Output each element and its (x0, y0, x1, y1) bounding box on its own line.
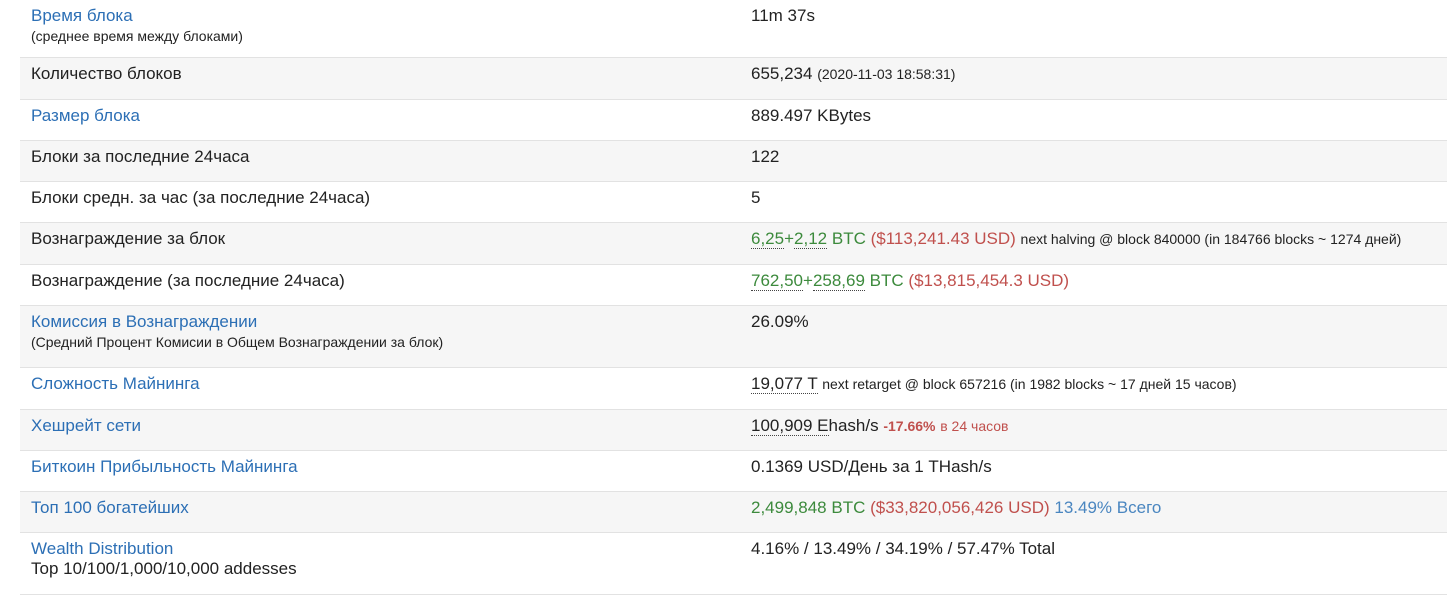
blocks-per-hour-value: 5 (751, 188, 761, 207)
stats-table: Время блока (среднее время между блоками… (20, 0, 1447, 595)
wealth-distribution-value: 4.16% / 13.49% / 34.19% / 57.47% Total (751, 539, 1056, 558)
blocks-per-hour-label: Блоки средн. за час (за последние 24часа… (31, 188, 371, 207)
wealth-distribution-link[interactable]: Wealth Distribution (31, 539, 173, 558)
block-time-value: 11m 37s (751, 6, 815, 25)
block-count-timestamp: (2020-11-03 18:58:31) (817, 66, 956, 82)
table-row-profitability: Биткоин Прибыльность Майнинга 0.1369 USD… (20, 451, 1447, 492)
block-reward-base[interactable]: 6,25 (751, 229, 785, 249)
block-reward-fees[interactable]: 2,12 (794, 229, 828, 249)
top-100-share: 13.49% Всего (1054, 498, 1162, 517)
hashrate-change-period: в 24 часов (940, 418, 1009, 434)
top-100-link[interactable]: Топ 100 богатейших (31, 498, 189, 517)
table-row-block-count: Количество блоков 655,234 (2020-11-03 18… (20, 58, 1447, 100)
hashrate-unit: hash/s (828, 416, 879, 435)
reward-24h-label: Вознаграждение (за последние 24часа) (31, 271, 345, 290)
table-row-wealth-distribution: Wealth Distribution Top 10/100/1,000/10,… (20, 533, 1447, 595)
wealth-distribution-subtitle: Top 10/100/1,000/10,000 addesses (31, 559, 297, 578)
table-row-block-time: Время блока (среднее время между блоками… (20, 0, 1447, 58)
table-row-block-reward: Вознаграждение за блок 6,25+2,12 BTC ($1… (20, 223, 1447, 265)
hashrate-value[interactable]: 100,909 E (751, 416, 829, 436)
reward-24h-usd: ($13,815,454.3 USD) (908, 271, 1070, 290)
next-retarget-info: next retarget @ block 657216 (in 1982 bl… (822, 376, 1237, 392)
profitability-link[interactable]: Биткоин Прибыльность Майнинга (31, 457, 298, 476)
block-time-subtitle: (среднее время между блоками) (31, 28, 243, 44)
reward-24h-plus: + (803, 271, 813, 290)
block-size-link[interactable]: Размер блока (31, 106, 140, 125)
table-row-fee-share: Комиссия в Вознаграждении (Средний Проце… (20, 306, 1447, 368)
block-reward-plus: + (784, 229, 795, 248)
block-reward-label: Вознаграждение за блок (31, 229, 226, 248)
fee-share-subtitle: (Средний Процент Комисии в Общем Вознагр… (31, 334, 444, 350)
block-reward-usd: ($113,241.43 USD) (870, 229, 1016, 248)
block-size-value: 889.497 KBytes (751, 106, 872, 125)
table-row-block-size: Размер блока 889.497 KBytes (20, 100, 1447, 141)
next-halving-info: next halving @ block 840000 (in 184766 b… (1020, 231, 1402, 247)
difficulty-value[interactable]: 19,077 T (751, 374, 818, 394)
table-row-hashrate: Хешрейт сети 100,909 Ehash/s -17.66% в 2… (20, 410, 1447, 451)
difficulty-link[interactable]: Сложность Майнинга (31, 374, 200, 393)
block-reward-currency: BTC (831, 229, 866, 248)
table-row-reward-24h: Вознаграждение (за последние 24часа) 762… (20, 265, 1447, 306)
reward-24h-base[interactable]: 762,50 (751, 271, 803, 291)
profitability-value: 0.1369 USD/День за 1 THash/s (751, 457, 992, 476)
fee-share-link[interactable]: Комиссия в Вознаграждении (31, 312, 257, 331)
reward-24h-fees[interactable]: 258,69 (812, 271, 865, 291)
blocks-24h-value: 122 (751, 147, 780, 166)
fee-share-value: 26.09% (751, 312, 809, 331)
table-row-blocks-per-hour: Блоки средн. за час (за последние 24часа… (20, 182, 1447, 223)
block-count-label: Количество блоков (31, 64, 182, 83)
top-100-usd: ($33,820,056,426 USD) (870, 498, 1050, 517)
table-row-top-100: Топ 100 богатейших 2,499,848 BTC ($33,82… (20, 492, 1447, 533)
table-row-blocks-24h: Блоки за последние 24часа 122 (20, 141, 1447, 182)
top-100-btc: 2,499,848 BTC (751, 498, 866, 517)
hashrate-link[interactable]: Хешрейт сети (31, 416, 141, 435)
blocks-24h-label: Блоки за последние 24часа (31, 147, 250, 166)
hashrate-change: -17.66% (883, 418, 936, 434)
table-row-difficulty: Сложность Майнинга 19,077 T next retarge… (20, 368, 1447, 410)
block-time-link[interactable]: Время блока (31, 6, 133, 25)
reward-24h-currency: BTC (869, 271, 904, 290)
block-count-value: 655,234 (751, 64, 813, 83)
